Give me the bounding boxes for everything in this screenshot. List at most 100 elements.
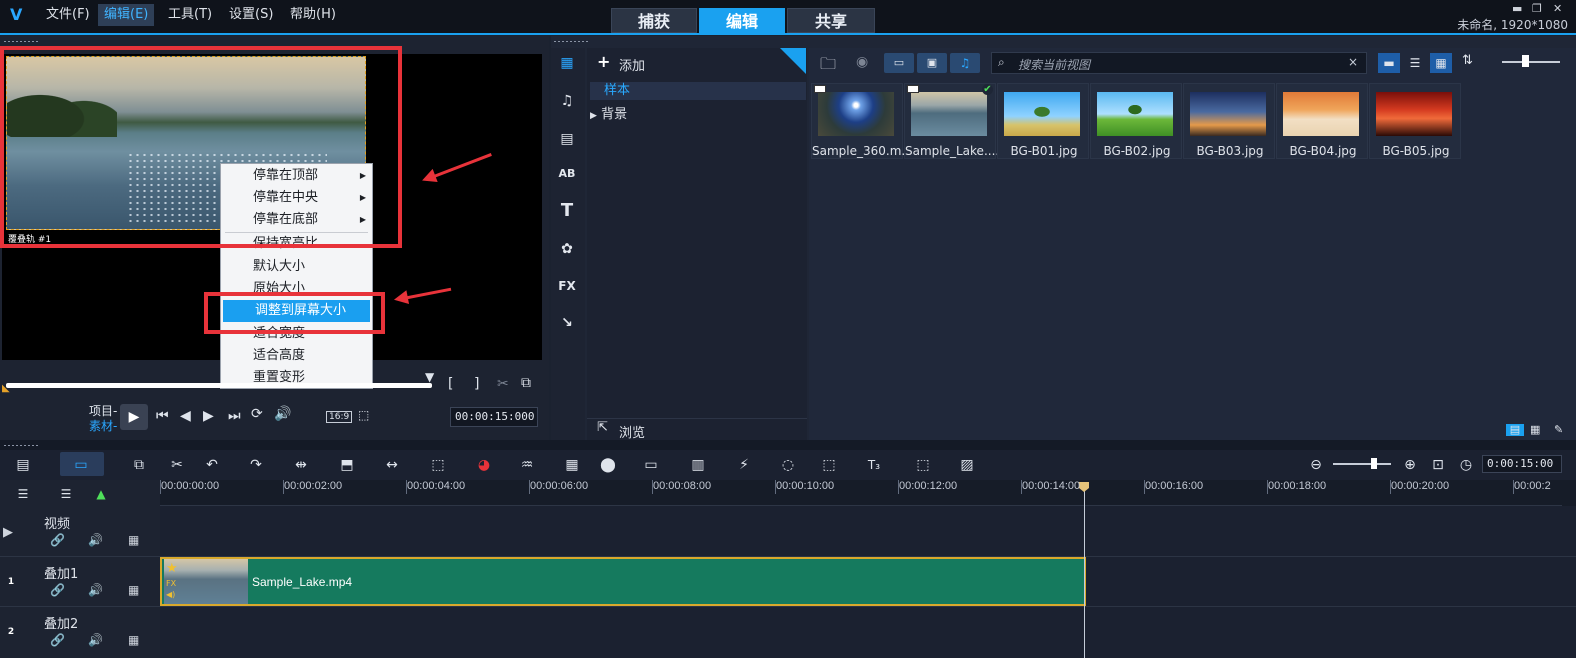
crop-icon[interactable]: ⬚	[818, 456, 840, 474]
aspect-ratio-button[interactable]: 16:9	[326, 411, 353, 423]
timeline-divider[interactable]	[0, 440, 1576, 450]
3d-title-icon[interactable]: T₃	[863, 456, 885, 474]
link-icon[interactable]: 🔗	[50, 633, 65, 647]
browse-bar[interactable]: ⇱ 浏览	[587, 418, 807, 441]
replace-clip-icon[interactable]: ⬚	[912, 456, 934, 474]
media-library-icon[interactable]: ▦	[556, 52, 578, 74]
painting-icon[interactable]: ▨	[956, 456, 978, 474]
pan-zoom-icon[interactable]: ⬒	[336, 456, 358, 474]
add-track-icon[interactable]: ▲	[90, 485, 112, 503]
multicam-icon[interactable]: ▦	[561, 456, 583, 474]
playhead-line[interactable]	[1084, 486, 1085, 658]
grid-toggle-icon[interactable]: ▦	[128, 583, 139, 597]
split-clip-icon[interactable]: ✂	[497, 376, 509, 392]
grid-toggle-icon[interactable]: ▦	[128, 633, 139, 647]
blend-icon[interactable]: ◌	[777, 456, 799, 474]
edit-layout-icon[interactable]: ✎	[1554, 423, 1563, 436]
preview-timecode[interactable]: 00:00:15:000	[450, 407, 538, 427]
crop-tool-icon[interactable]: ⬚	[358, 408, 369, 422]
thumbnail-item[interactable]: BG-B01.jpg	[997, 83, 1089, 159]
go-start-icon[interactable]: ⏮	[156, 408, 169, 424]
capture-icon[interactable]: ◉	[856, 54, 868, 70]
tools-icon[interactable]: ✂	[166, 456, 188, 474]
timeline-clip[interactable]: ★ FX ◀) Sample_Lake.mp4	[160, 557, 1086, 606]
panel-grip[interactable]	[3, 40, 39, 43]
fit-project-icon[interactable]: ⇹	[290, 456, 312, 474]
redo-icon[interactable]: ↷	[245, 456, 267, 474]
mask-icon[interactable]: ⬤	[597, 456, 619, 474]
layout-icon[interactable]: ▤	[1506, 424, 1524, 436]
menu-item-fit-height[interactable]: 适合高度	[221, 345, 372, 367]
menu-file[interactable]: 文件(F)	[40, 4, 96, 26]
time-remap-icon[interactable]: ↔	[381, 456, 403, 474]
thumbnail-item[interactable]: ✔ Sample_Lake....	[904, 83, 997, 159]
tab-share[interactable]: 共享	[787, 8, 875, 33]
pin-icon[interactable]	[780, 48, 806, 74]
list-view-icon[interactable]: ☰	[1404, 53, 1426, 73]
thumbnail-view-icon[interactable]: ▬	[1378, 53, 1400, 73]
motion-icon[interactable]: ⚡	[733, 456, 755, 474]
thumbnail-size-knob[interactable]	[1522, 55, 1529, 67]
thumbnail-item[interactable]: BG-B02.jpg	[1090, 83, 1182, 159]
prev-frame-icon[interactable]: ◀	[180, 408, 191, 424]
zoom-out-icon[interactable]: ⊖	[1305, 456, 1327, 474]
instant-project-icon[interactable]: ▤	[556, 128, 578, 150]
menu-edit[interactable]: 编辑(E)	[98, 4, 155, 26]
link-icon[interactable]: 🔗	[50, 583, 65, 597]
thumbnail-item[interactable]: BG-B04.jpg	[1276, 83, 1368, 159]
sort-icon[interactable]: ⇅	[1462, 53, 1473, 68]
undo-icon[interactable]: ↶	[201, 456, 223, 474]
grid-toggle-icon[interactable]: ▦	[128, 533, 139, 547]
volume-icon[interactable]: 🔊	[274, 406, 291, 422]
panel-grip[interactable]	[553, 40, 589, 43]
storyboard-view-icon[interactable]: ▤	[12, 456, 34, 474]
mark-in-handle[interactable]: ◣	[2, 383, 10, 394]
timeline-ruler[interactable]	[160, 480, 1576, 506]
go-end-icon[interactable]: ⏭	[228, 408, 241, 424]
menu-tools[interactable]: 工具(T)	[162, 4, 218, 26]
audio-library-icon[interactable]: ♫	[556, 90, 578, 112]
menu-settings[interactable]: 设置(S)	[223, 4, 279, 26]
filter-fx-icon[interactable]: FX	[556, 275, 578, 297]
search-input[interactable]: ⌕ 搜索当前视图 ×	[991, 52, 1367, 74]
enlarge-preview-icon[interactable]: ⧉	[521, 375, 531, 391]
close-icon[interactable]: ✕	[1553, 2, 1562, 15]
thumbnail-item[interactable]: BG-B05.jpg	[1369, 83, 1461, 159]
track-manager-icon[interactable]: ⧉	[128, 456, 150, 474]
mark-in-icon[interactable]: [	[448, 376, 453, 392]
layout-icon[interactable]: ▦	[1530, 423, 1540, 436]
thumbnail-size-slider[interactable]	[1502, 61, 1560, 63]
transition-icon[interactable]: AB	[556, 163, 578, 185]
timeline-zoom-slider[interactable]	[1333, 463, 1391, 465]
preview-scrubber[interactable]	[6, 383, 432, 388]
mute-icon[interactable]: 🔊	[88, 533, 103, 547]
thumbnail-item[interactable]: BG-B03.jpg	[1183, 83, 1275, 159]
timeline-timecode[interactable]: 0:00:15:00	[1482, 455, 1562, 473]
thumbnail-item[interactable]: Sample_360.m...	[811, 83, 904, 159]
motion-track-icon[interactable]: ⬚	[427, 456, 449, 474]
link-icon[interactable]: 🔗	[50, 533, 65, 547]
folder-item-samples[interactable]: 样本	[590, 82, 806, 100]
show-audio-icon[interactable]: ♫	[950, 53, 980, 73]
clip-mode-label[interactable]: 素材-	[89, 417, 117, 434]
show-photos-icon[interactable]: ▣	[917, 53, 947, 73]
timeline-zoom-knob[interactable]	[1371, 458, 1377, 469]
add-folder-bar[interactable]: + 添加	[587, 50, 807, 76]
mute-icon[interactable]: 🔊	[88, 583, 103, 597]
tab-edit[interactable]: 编辑	[699, 8, 785, 33]
repeat-icon[interactable]: ⟳	[251, 406, 263, 422]
menu-help[interactable]: 帮助(H)	[284, 4, 342, 26]
grid-view-icon[interactable]: ▦	[1430, 53, 1452, 73]
track-list-icon[interactable]: ☰	[12, 485, 34, 503]
scrub-position-icon[interactable]: ▼	[425, 370, 434, 384]
tab-capture[interactable]: 捕获	[611, 8, 697, 33]
import-folder-icon[interactable]: 🗀	[820, 53, 836, 80]
color-grading-icon[interactable]: ◕	[473, 456, 495, 474]
sort-tracks-icon[interactable]: ☰	[55, 485, 77, 503]
next-frame-icon[interactable]: ▶	[203, 408, 214, 424]
mark-out-icon[interactable]: ]	[474, 376, 479, 392]
folder-item-backgrounds[interactable]: ▶ 背景	[590, 103, 627, 122]
subtitle-icon[interactable]: ▭	[640, 456, 662, 474]
menu-item-default-size[interactable]: 默认大小	[221, 256, 372, 278]
restore-icon[interactable]: ❐	[1532, 2, 1542, 15]
